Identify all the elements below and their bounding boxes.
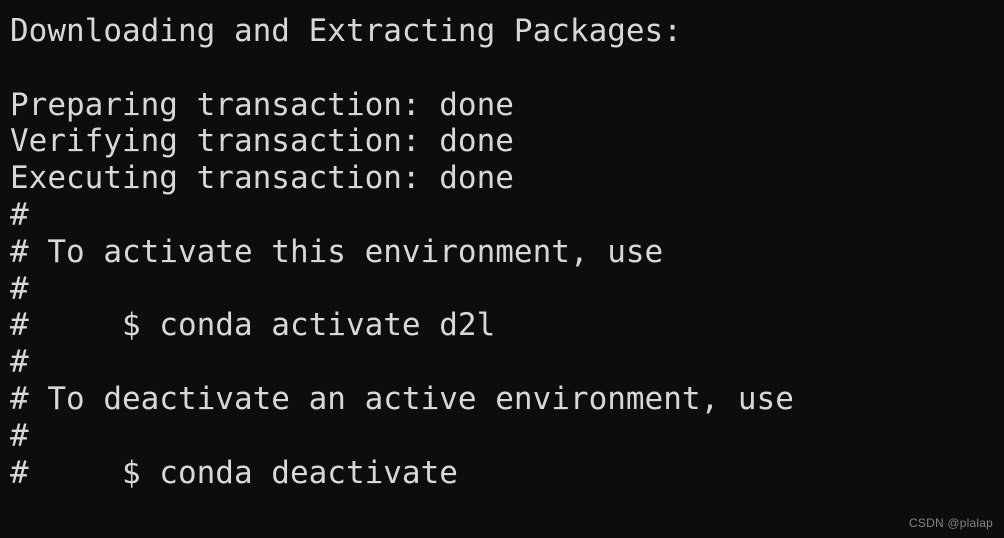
- console-line: Verifying transaction: done: [10, 123, 514, 160]
- console-line: Preparing transaction: done: [10, 86, 514, 123]
- console-line: Downloading and Extracting Packages:: [10, 13, 682, 49]
- console-line: # To activate this environment, use: [10, 233, 664, 270]
- console-line: #: [10, 344, 29, 381]
- console-line: # $ conda deactivate: [10, 454, 458, 491]
- console-line: #: [10, 417, 29, 454]
- watermark: CSDN @plalap: [909, 516, 993, 530]
- terminal-window[interactable]: Downloading and Extracting Packages: Pre…: [0, 0, 1004, 538]
- console-line: # To deactivate an active environment, u…: [10, 380, 794, 417]
- console-output: Downloading and Extracting Packages: Pre…: [10, 13, 1004, 528]
- console-line: Executing transaction: done: [10, 160, 514, 197]
- console-line: #: [10, 196, 29, 233]
- console-line: #: [10, 270, 29, 307]
- console-line: # $ conda activate d2l: [10, 307, 496, 344]
